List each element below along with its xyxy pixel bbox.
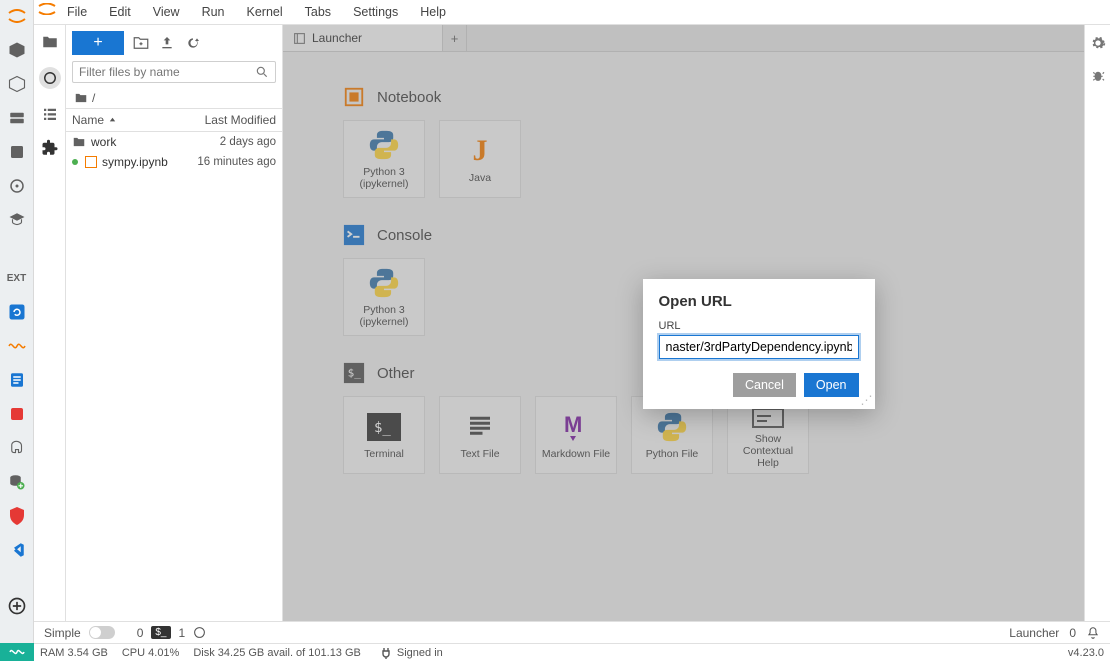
file-row[interactable]: sympy.ipynb 16 minutes ago: [66, 152, 282, 172]
dialog-field-label: URL: [659, 320, 859, 332]
terminals-count[interactable]: 0: [137, 626, 144, 640]
simple-toggle[interactable]: [89, 626, 115, 639]
right-rail: [1084, 25, 1110, 621]
corner-badge-icon[interactable]: [0, 643, 34, 661]
status-mode: Launcher: [1009, 626, 1059, 640]
sort-asc-icon: [108, 116, 117, 125]
file-name: sympy.ipynb: [102, 155, 168, 169]
menu-file[interactable]: File: [58, 2, 96, 22]
activity-rail: EXT: [0, 0, 34, 643]
app-mark-icon: [38, 3, 56, 15]
menu-tabs[interactable]: Tabs: [296, 2, 340, 22]
breadcrumb[interactable]: /: [66, 89, 282, 108]
menu-run[interactable]: Run: [193, 2, 234, 22]
file-browser: + / Name Last Modified: [66, 25, 283, 621]
kernel-icon: [193, 626, 206, 639]
shield-red-icon[interactable]: [7, 506, 27, 526]
plug-icon: [381, 647, 391, 659]
statusbar: Simple 0 $_ 1 Launcher 0: [34, 621, 1110, 643]
folder-icon: [72, 135, 86, 149]
file-modified: 2 days ago: [176, 136, 276, 148]
disk-status: Disk 34.25 GB avail. of 101.13 GB: [193, 647, 361, 659]
refresh-badge-icon[interactable]: [7, 302, 27, 322]
cube-outline-icon[interactable]: [7, 74, 27, 94]
db-plus-icon[interactable]: [7, 472, 27, 492]
running-icon[interactable]: [39, 67, 61, 89]
filter-box[interactable]: [72, 61, 276, 83]
resize-handle-icon[interactable]: ⋰: [861, 393, 873, 407]
file-list: work 2 days ago sympy.ipynb 16 minutes a…: [66, 132, 282, 621]
new-folder-icon[interactable]: [132, 34, 150, 52]
toc-icon[interactable]: [41, 105, 59, 123]
menu-view[interactable]: View: [144, 2, 189, 22]
gear-icon[interactable]: [1090, 35, 1106, 51]
search-icon: [255, 65, 269, 79]
menu-settings[interactable]: Settings: [344, 2, 407, 22]
open-url-dialog: Open URL URL Cancel Open ⋰: [643, 279, 875, 409]
terminal-chip-icon: $_: [151, 626, 170, 639]
folder-icon[interactable]: [41, 33, 59, 51]
wave-icon[interactable]: [7, 336, 27, 356]
notebook-icon: [85, 156, 97, 168]
small-red-icon[interactable]: [7, 404, 27, 424]
vscode-icon[interactable]: [7, 540, 27, 560]
jupyter-logo-icon[interactable]: [7, 6, 27, 26]
upload-icon[interactable]: [158, 34, 176, 52]
filter-input[interactable]: [79, 65, 255, 79]
file-list-header: Name Last Modified: [66, 108, 282, 132]
ram-status: RAM 3.54 GB: [40, 647, 108, 659]
left-tab-strip: [34, 25, 66, 621]
storage-icon[interactable]: [7, 108, 27, 128]
add-circle-icon[interactable]: [7, 596, 27, 616]
target-icon[interactable]: [7, 176, 27, 196]
breadcrumb-path: /: [92, 91, 95, 105]
file-name: work: [91, 135, 116, 149]
server-icon[interactable]: [7, 142, 27, 162]
cpu-status: CPU 4.01%: [122, 647, 179, 659]
kernels-count[interactable]: 1: [179, 626, 186, 640]
simple-label: Simple: [44, 626, 81, 640]
education-icon[interactable]: [7, 210, 27, 230]
col-modified[interactable]: Last Modified: [182, 109, 282, 131]
cancel-button[interactable]: Cancel: [733, 373, 796, 397]
file-row[interactable]: work 2 days ago: [66, 132, 282, 152]
modal-overlay: Open URL URL Cancel Open ⋰: [283, 25, 1084, 621]
ext-label[interactable]: EXT: [7, 268, 27, 288]
main-area: Launcher + Notebook Python 3 (ipykernel): [283, 25, 1084, 621]
menu-kernel[interactable]: Kernel: [238, 2, 292, 22]
file-modified: 16 minutes ago: [176, 156, 276, 168]
menubar: File Edit View Run Kernel Tabs Settings …: [34, 0, 1110, 25]
status-count: 0: [1069, 626, 1076, 640]
running-dot-icon: [72, 159, 78, 165]
url-input[interactable]: [659, 335, 859, 359]
cube-icon[interactable]: [7, 40, 27, 60]
signed-in-status: Signed in: [397, 647, 443, 659]
bell-icon[interactable]: [1086, 626, 1100, 640]
folder-icon: [74, 91, 88, 105]
menu-help[interactable]: Help: [411, 2, 455, 22]
extension-icon[interactable]: [41, 139, 59, 157]
elephant-icon[interactable]: [7, 438, 27, 458]
new-launcher-button[interactable]: +: [72, 31, 124, 55]
system-statusbar: RAM 3.54 GB CPU 4.01% Disk 34.25 GB avai…: [34, 643, 1110, 661]
open-button[interactable]: Open: [804, 373, 859, 397]
refresh-icon[interactable]: [184, 34, 202, 52]
version-label: v4.23.0: [1068, 647, 1104, 659]
menu-edit[interactable]: Edit: [100, 2, 140, 22]
doc-blue-icon[interactable]: [7, 370, 27, 390]
bug-icon[interactable]: [1090, 69, 1106, 85]
dialog-title: Open URL: [659, 293, 859, 310]
col-name[interactable]: Name: [66, 109, 182, 131]
